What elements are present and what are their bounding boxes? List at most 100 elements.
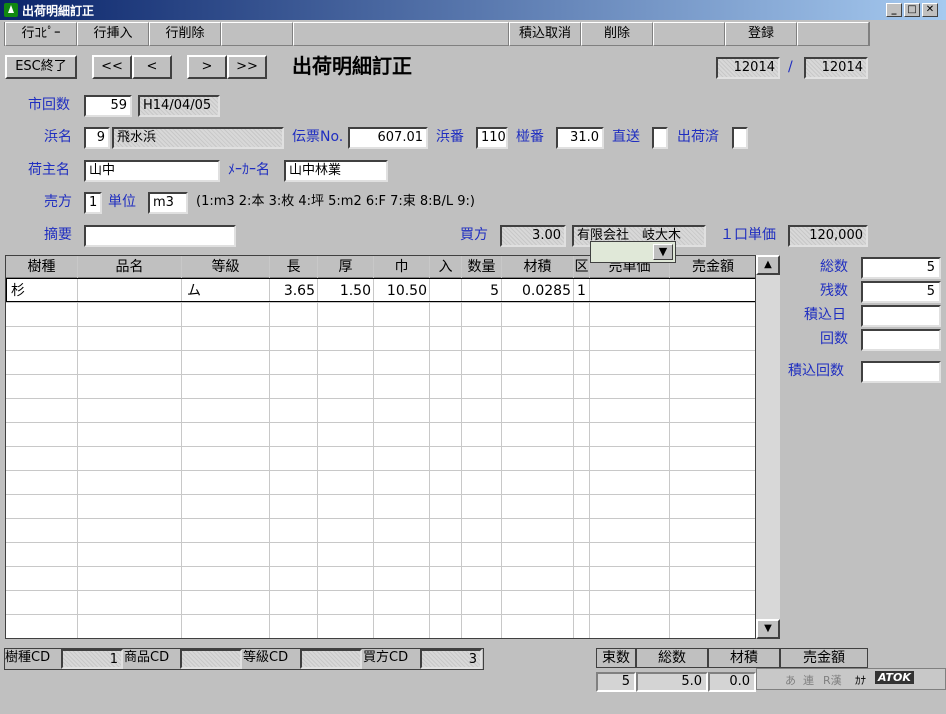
memo-field[interactable] <box>84 225 236 247</box>
col-grade[interactable]: 等級 <box>182 256 270 278</box>
cell-count-in[interactable] <box>431 279 459 303</box>
product-cd-label: 商品CD <box>124 650 170 665</box>
cell-product-name[interactable] <box>83 279 181 303</box>
scroll-down-icon[interactable]: ▼ <box>756 619 780 639</box>
buyer-label: 買方 <box>460 227 488 243</box>
col-width[interactable]: 巾 <box>374 256 430 278</box>
close-button[interactable]: ✕ <box>922 3 938 17</box>
ime-kana-icon[interactable]: ｶﾅ <box>855 672 866 688</box>
unit-price-label: １口単価 <box>720 227 776 243</box>
cancel-loading-button[interactable]: 積込取消 <box>509 22 581 46</box>
col-volume[interactable]: 材積 <box>502 256 574 278</box>
buyer-cd-label: 買方CD <box>363 650 409 665</box>
buyer-dropdown[interactable]: ▼ <box>590 241 676 263</box>
total-record-number: 12014 <box>804 57 868 79</box>
grid-scrollbar[interactable]: ▲ ▼ <box>756 255 780 639</box>
direct-ship-checkbox[interactable] <box>652 127 668 149</box>
species-cd-label: 樹種CD <box>5 650 51 665</box>
ime-renbun-icon[interactable]: 連 <box>803 672 814 688</box>
col-species[interactable]: 樹種 <box>6 256 78 278</box>
cell-species[interactable]: 杉 <box>11 279 77 303</box>
direct-ship-label: 直送 <box>612 129 640 145</box>
bundle-count-header: 束数 <box>596 648 636 668</box>
delete-row-button[interactable]: 行削除 <box>149 22 221 46</box>
cell-section[interactable]: 1 <box>577 279 589 303</box>
scroll-up-icon[interactable]: ▲ <box>756 255 780 275</box>
cell-grade[interactable]: ム <box>187 279 269 303</box>
col-sell-amount[interactable]: 売金額 <box>670 256 755 278</box>
market-count-label: 市回数 <box>28 97 70 113</box>
copy-row-button[interactable]: 行ｺﾋﾟｰ <box>5 22 77 46</box>
ime-toolbar[interactable]: あ 連 R漢 ｶﾅ ATOK <box>756 668 946 690</box>
last-record-button[interactable]: >> <box>227 55 267 79</box>
unit-field[interactable]: m3 <box>148 192 188 214</box>
ime-romaji-icon[interactable]: R漢 <box>823 672 842 688</box>
window-title: 出荷明細訂正 <box>22 4 95 18</box>
market-count-field[interactable]: 59 <box>84 95 132 117</box>
maximize-button[interactable]: □ <box>904 3 920 17</box>
title-bar: 出荷明細訂正 _ □ ✕ <box>0 0 946 20</box>
delete-button[interactable]: 削除 <box>581 22 653 46</box>
sum-amount-header: 売金額 <box>780 648 868 668</box>
cell-volume[interactable]: 0.0285 <box>503 279 571 303</box>
cell-sell-amount[interactable] <box>671 279 753 303</box>
unit-hint: (1:m3 2:本 3:枚 4:坪 5:m2 6:F 7:束 8:B/L 9:) <box>196 194 475 209</box>
slip-no-label: 伝票No. <box>292 129 344 145</box>
cell-sell-unit-price[interactable] <box>591 279 667 303</box>
register-button[interactable]: 登録 <box>725 22 797 46</box>
loading-date-field <box>861 305 941 327</box>
prev-record-button[interactable]: < <box>132 55 172 79</box>
shipper-field[interactable]: 山中 <box>84 160 220 182</box>
memo-label: 摘要 <box>44 227 72 243</box>
insert-row-button[interactable]: 行挿入 <box>77 22 149 46</box>
table-row[interactable]: 杉 ム 3.65 1.50 10.50 5 0.0285 1 <box>6 278 755 303</box>
unit-label: 単位 <box>108 194 136 210</box>
toolbar-blank-2[interactable] <box>293 22 509 46</box>
detail-grid[interactable]: 樹種 品名 等級 長 厚 巾 入 数量 材積 区 売単価 売金額 杉 ム 3.6… <box>5 255 756 639</box>
slip-no-field[interactable]: 607.01 <box>348 127 428 149</box>
toolbar-blank-4[interactable] <box>797 22 869 46</box>
cell-length[interactable]: 3.65 <box>271 279 315 303</box>
hama-label: 浜名 <box>44 129 72 145</box>
first-record-button[interactable]: << <box>92 55 132 79</box>
col-thickness[interactable]: 厚 <box>318 256 374 278</box>
minimize-button[interactable]: _ <box>886 3 902 17</box>
pile-number-field[interactable]: 31.0 <box>556 127 604 149</box>
shipped-label: 出荷済 <box>677 129 719 145</box>
toolbar-blank-1[interactable] <box>221 22 293 46</box>
remaining-count-field: 5 <box>861 281 941 303</box>
seller-field[interactable]: 1 <box>84 192 102 214</box>
cell-quantity[interactable]: 5 <box>463 279 499 303</box>
col-count-in[interactable]: 入 <box>430 256 462 278</box>
page-heading: 出荷明細訂正 <box>292 54 412 78</box>
hama-code-field[interactable]: 9 <box>84 127 110 149</box>
cell-width[interactable]: 10.50 <box>375 279 427 303</box>
col-product-name[interactable]: 品名 <box>78 256 182 278</box>
buyer-price-field: 3.00 <box>500 225 566 247</box>
atok-logo-icon[interactable]: ATOK <box>875 671 914 684</box>
esc-exit-button[interactable]: ESC終了 <box>5 55 77 79</box>
toolbar-blank-3[interactable] <box>653 22 725 46</box>
shipped-checkbox[interactable] <box>732 127 748 149</box>
loading-times-field <box>861 361 941 383</box>
loading-times-label: 積込回数 <box>788 363 844 379</box>
remaining-count-label: 残数 <box>820 283 848 299</box>
cell-thickness[interactable]: 1.50 <box>319 279 371 303</box>
seller-label: 売方 <box>44 194 72 210</box>
total-count-field: 5 <box>861 257 941 279</box>
next-record-button[interactable]: > <box>187 55 227 79</box>
hama-number-label: 浜番 <box>436 129 464 145</box>
maker-field[interactable]: 山中林業 <box>284 160 388 182</box>
col-length[interactable]: 長 <box>270 256 318 278</box>
col-section[interactable]: 区 <box>574 256 590 278</box>
species-cd-field: 1 <box>61 649 123 669</box>
dropdown-arrow-icon[interactable]: ▼ <box>653 244 673 260</box>
market-date-field: H14/04/05 <box>138 95 220 117</box>
total-count-label: 総数 <box>820 259 848 275</box>
col-quantity[interactable]: 数量 <box>462 256 502 278</box>
hama-number-field[interactable]: 110 <box>476 127 508 149</box>
ime-hiragana-icon[interactable]: あ <box>785 672 796 688</box>
times-field <box>861 329 941 351</box>
bundle-count-value: 5 <box>596 672 636 692</box>
sum-volume-header: 材積 <box>708 648 780 668</box>
